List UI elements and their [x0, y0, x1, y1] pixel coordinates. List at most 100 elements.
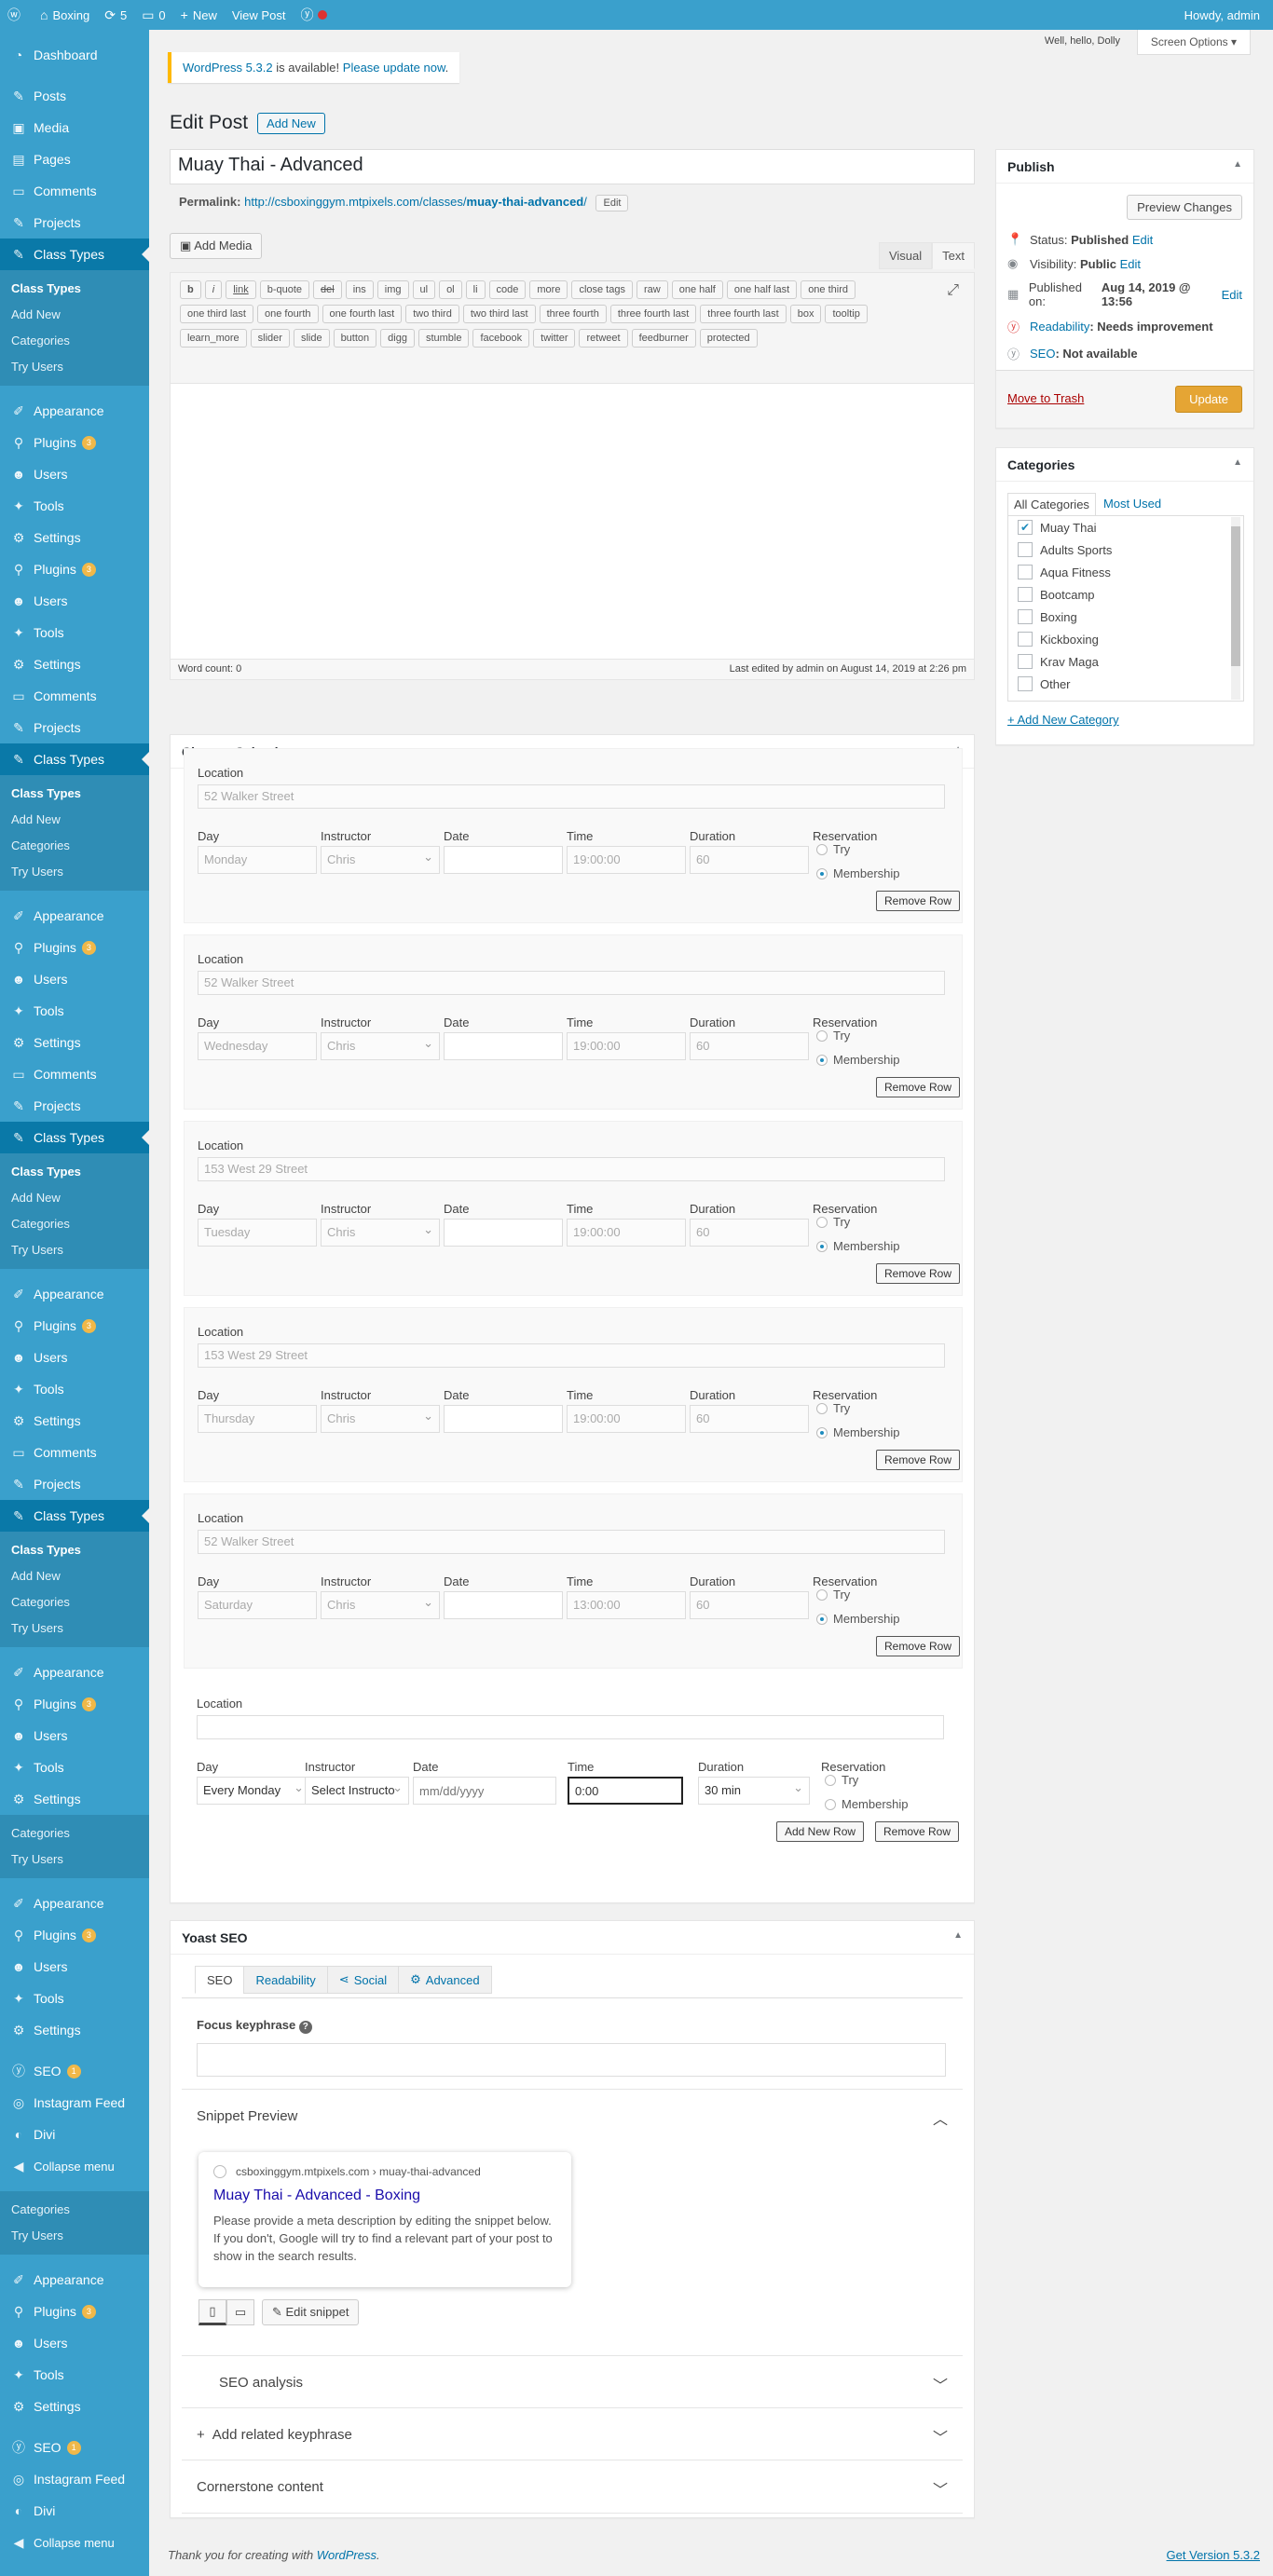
reservation-membership-radio[interactable]: Membership	[816, 866, 900, 880]
submenu-try-users[interactable]: Try Users	[0, 2223, 149, 2249]
category-checkbox[interactable]	[1018, 676, 1033, 691]
reservation-try-radio[interactable]: Try	[816, 1588, 850, 1601]
menu-appearance[interactable]: ✐ Appearance	[0, 1656, 149, 1688]
instructor-select[interactable]: Chris	[321, 1591, 440, 1619]
submenu-add-new[interactable]: Add New	[0, 1563, 149, 1589]
menu-settings[interactable]: ⚙ Settings	[0, 648, 149, 680]
instructor-select[interactable]: Chris	[321, 1405, 440, 1433]
duration-input[interactable]: 60	[690, 1405, 809, 1433]
post-title-input[interactable]: Muay Thai - Advanced	[170, 149, 975, 184]
menu-instagram-feed[interactable]: ◎ Instagram Feed	[0, 2087, 149, 2119]
toggle-arrow-icon[interactable]: ▲	[1233, 457, 1242, 468]
menu-appearance[interactable]: ✐ Appearance	[0, 1278, 149, 1310]
tab-visual[interactable]: Visual	[878, 242, 933, 269]
category-checkbox[interactable]	[1018, 587, 1033, 602]
menu-plugins[interactable]: ⚲ Plugins 3	[0, 932, 149, 963]
quicktag-button[interactable]: learn_more	[180, 329, 247, 348]
submenu-categories[interactable]: Categories	[0, 328, 149, 354]
day-select[interactable]: Tuesday	[198, 1219, 317, 1247]
duration-input[interactable]: 60	[690, 1591, 809, 1619]
reservation-membership-radio[interactable]: Membership	[825, 1797, 909, 1811]
cornerstone-header[interactable]: Cornerstone content ﹀	[182, 2460, 963, 2513]
submenu-try-users[interactable]: Try Users	[0, 1847, 149, 1873]
menu-settings[interactable]: ⚙ Settings	[0, 1783, 149, 1815]
category-checkbox[interactable]: ✔	[1018, 520, 1033, 535]
menu-tools[interactable]: ✦ Tools	[0, 490, 149, 522]
category-checkbox[interactable]	[1018, 542, 1033, 557]
quicktag-button[interactable]: two third	[405, 305, 459, 323]
toggle-arrow-icon[interactable]: ▲	[1233, 159, 1242, 170]
date-input[interactable]	[444, 1405, 563, 1433]
submenu-class-types[interactable]: Class Types	[0, 1537, 149, 1563]
my-account-link[interactable]: Howdy, admin	[1177, 0, 1273, 30]
location-input[interactable]: 52 Walker Street	[198, 1530, 945, 1554]
edit-date-link[interactable]: Edit	[1222, 288, 1242, 302]
menu-tools[interactable]: ✦ Tools	[0, 1373, 149, 1405]
screen-options-button[interactable]: Screen Options ▾	[1136, 30, 1251, 55]
quicktag-button[interactable]: one third	[801, 280, 856, 299]
menu-appearance[interactable]: ✐ Appearance	[0, 2264, 149, 2296]
submenu-categories[interactable]: Categories	[0, 1820, 149, 1847]
menu-divi[interactable]: ◐ Divi	[0, 2495, 149, 2527]
edit-status-link[interactable]: Edit	[1132, 233, 1153, 247]
content-textarea[interactable]	[170, 384, 975, 660]
menu-settings[interactable]: ⚙ Settings	[0, 1405, 149, 1437]
quicktag-button[interactable]: slide	[293, 329, 330, 348]
tab-social[interactable]: ⋖ Social	[326, 1966, 400, 1994]
menu-plugins[interactable]: ⚲ Plugins 3	[0, 1919, 149, 1951]
location-input[interactable]: 52 Walker Street	[198, 784, 945, 809]
time-input[interactable]: 0:00	[568, 1777, 683, 1805]
instructor-select[interactable]: Chris	[321, 1219, 440, 1247]
menu-plugins[interactable]: ⚲ Plugins 3	[0, 1310, 149, 1342]
day-select[interactable]: Every Monday	[197, 1777, 310, 1805]
menu-tools[interactable]: ✦ Tools	[0, 617, 149, 648]
move-to-trash-link[interactable]: Move to Trash	[1007, 391, 1084, 405]
duration-input[interactable]: 60	[690, 846, 809, 874]
submenu-categories[interactable]: Categories	[0, 2197, 149, 2223]
tab-text[interactable]: Text	[932, 242, 975, 269]
quicktag-button[interactable]: facebook	[472, 329, 530, 348]
submenu-try-users[interactable]: Try Users	[0, 354, 149, 380]
category-checkbox[interactable]	[1018, 654, 1033, 669]
snippet-title-link[interactable]: Muay Thai - Advanced - Boxing	[213, 2188, 556, 2204]
duration-input[interactable]: 30 min	[698, 1777, 810, 1805]
menu-users[interactable]: ☻ Users	[0, 1342, 149, 1373]
chevron-down-icon[interactable]: ﹀	[933, 2477, 948, 2500]
quicktag-button[interactable]: more	[529, 280, 568, 299]
remove-row-button[interactable]: Remove Row	[876, 1263, 961, 1284]
day-select[interactable]: Wednesday	[198, 1032, 317, 1060]
desktop-icon[interactable]: ▭	[226, 2299, 254, 2325]
submenu-try-users[interactable]: Try Users	[0, 1237, 149, 1263]
seo-link[interactable]: SEO	[1030, 347, 1055, 361]
submenu-add-new[interactable]: Add New	[0, 807, 149, 833]
quicktag-button[interactable]: three fourth	[539, 305, 607, 323]
reservation-try-radio[interactable]: Try	[816, 1029, 850, 1043]
submenu-categories[interactable]: Categories	[0, 833, 149, 859]
menu-appearance[interactable]: ✐ Appearance	[0, 900, 149, 932]
date-input[interactable]	[444, 1591, 563, 1619]
quicktag-button[interactable]: one third last	[180, 305, 253, 323]
menu-users[interactable]: ☻ Users	[0, 1720, 149, 1751]
menu-class-types[interactable]: ✎ Class Types	[0, 743, 149, 775]
menu-projects[interactable]: ✎ Projects	[0, 1090, 149, 1122]
quicktag-button[interactable]: ol	[439, 280, 462, 299]
duration-input[interactable]: 60	[690, 1032, 809, 1060]
submenu-try-users[interactable]: Try Users	[0, 1615, 149, 1642]
site-name-link[interactable]: ⌂ Boxing	[33, 0, 97, 30]
menu-plugins[interactable]: ⚲ Plugins 3	[0, 553, 149, 585]
quicktag-button[interactable]: i	[204, 280, 223, 299]
wordpress-link[interactable]: WordPress	[317, 2548, 376, 2562]
submenu-try-users[interactable]: Try Users	[0, 859, 149, 885]
reservation-membership-radio[interactable]: Membership	[816, 1612, 900, 1626]
quicktag-button[interactable]: b	[180, 280, 201, 299]
menu-tools[interactable]: ✦ Tools	[0, 1983, 149, 2014]
category-checkbox[interactable]	[1018, 632, 1033, 647]
time-input[interactable]: 19:00:00	[567, 1405, 686, 1433]
get-version-link[interactable]: Get Version 5.3.2	[1167, 2548, 1260, 2562]
update-button[interactable]: Update	[1175, 386, 1242, 413]
reservation-try-radio[interactable]: Try	[816, 1215, 850, 1229]
menu-seo[interactable]: ⓨ SEO 1	[0, 2055, 149, 2087]
fullscreen-icon[interactable]: ⤢	[947, 282, 959, 299]
remove-row-button[interactable]: Remove Row	[876, 1450, 961, 1470]
submenu-class-types[interactable]: Class Types	[0, 1159, 149, 1185]
